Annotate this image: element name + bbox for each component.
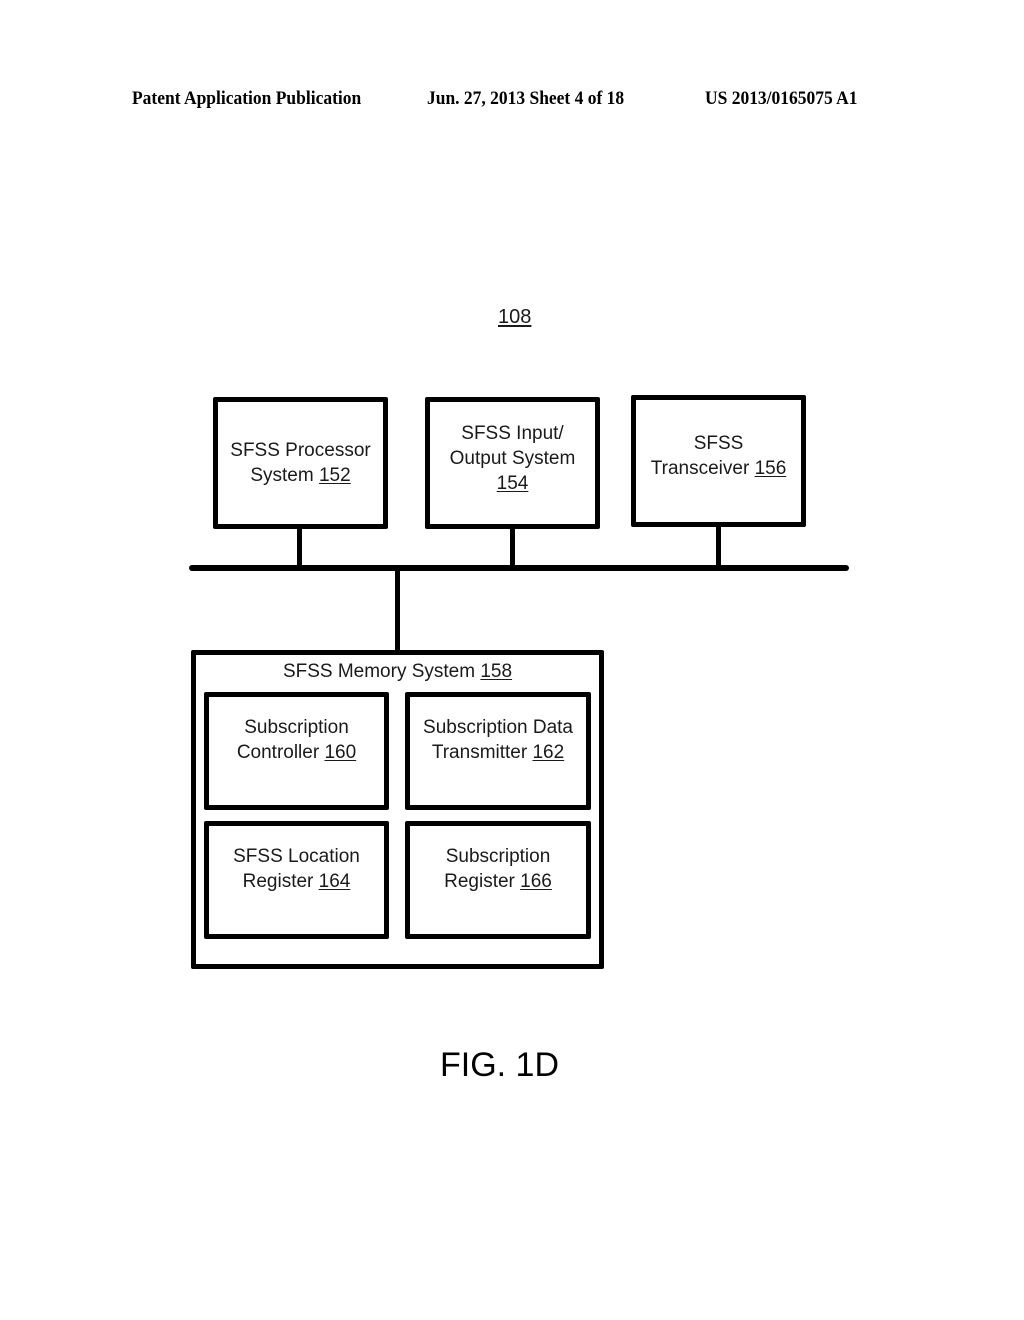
ref-number: 154 bbox=[496, 472, 529, 494]
ref-number: 164 bbox=[318, 871, 351, 892]
location-register-box: SFSS Location Register 164 bbox=[204, 821, 389, 939]
ref-number: 156 bbox=[754, 458, 787, 479]
figure-label: FIG. 1D bbox=[440, 1046, 560, 1084]
processor-system-box: SFSS Processor System 152 bbox=[213, 397, 388, 529]
box-label-line: Transceiver 156 bbox=[651, 456, 787, 481]
box-label-text: Controller bbox=[236, 742, 325, 763]
diagram-ref-label: 108 bbox=[498, 306, 532, 328]
connector-bus-158 bbox=[395, 570, 400, 652]
memory-system-title-text: SFSS Memory System bbox=[282, 661, 481, 682]
subscription-controller-box: Subscription Controller 160 bbox=[204, 692, 389, 810]
box-label-line: Output System bbox=[449, 447, 576, 469]
box-label-line: Transmitter 162 bbox=[432, 740, 564, 765]
publication-date-sheet: Jun. 27, 2013 Sheet 4 of 18 bbox=[427, 88, 625, 109]
box-label-line: SFSS Processor bbox=[230, 440, 371, 461]
transceiver-box: SFSS Transceiver 156 bbox=[631, 395, 806, 527]
ref-number: 152 bbox=[318, 465, 351, 486]
publication-title: Patent Application Publication bbox=[132, 88, 362, 109]
io-system-box: SFSS Input/ Output System 154 bbox=[425, 397, 600, 529]
box-label-line: Register 166 bbox=[444, 869, 552, 894]
box-label-text: System bbox=[250, 465, 319, 486]
system-bus bbox=[189, 565, 849, 571]
box-label-line: Controller 160 bbox=[237, 740, 356, 765]
box-label-line: Subscription bbox=[445, 846, 551, 867]
publication-number: US 2013/0165075 A1 bbox=[705, 88, 858, 109]
connector-154-bus bbox=[510, 527, 515, 568]
box-label-text: Register bbox=[444, 871, 521, 892]
box-label-line: Register 164 bbox=[243, 869, 351, 894]
ref-number: 160 bbox=[324, 742, 357, 763]
box-label-line: Subscription Data bbox=[423, 717, 573, 738]
memory-system-title: SFSS Memory System 158 bbox=[283, 659, 512, 684]
connector-156-bus bbox=[716, 525, 721, 568]
connector-152-bus bbox=[297, 527, 302, 568]
box-label-text: Transceiver bbox=[650, 458, 755, 479]
box-label-line: Subscription bbox=[244, 717, 349, 738]
box-label-text: Register bbox=[242, 871, 319, 892]
ref-number: 162 bbox=[532, 742, 565, 763]
box-label-text: Transmitter bbox=[431, 742, 533, 763]
box-label-line: SFSS bbox=[693, 433, 744, 454]
box-label-line: SFSS Input/ bbox=[461, 422, 564, 444]
ref-number: 158 bbox=[480, 661, 513, 682]
subscription-register-box: Subscription Register 166 bbox=[405, 821, 591, 939]
ref-number: 166 bbox=[520, 871, 552, 892]
box-label-line: System 152 bbox=[250, 463, 350, 488]
box-label-line: SFSS Location bbox=[233, 846, 360, 867]
subscription-data-transmitter-box: Subscription Data Transmitter 162 bbox=[405, 692, 591, 810]
